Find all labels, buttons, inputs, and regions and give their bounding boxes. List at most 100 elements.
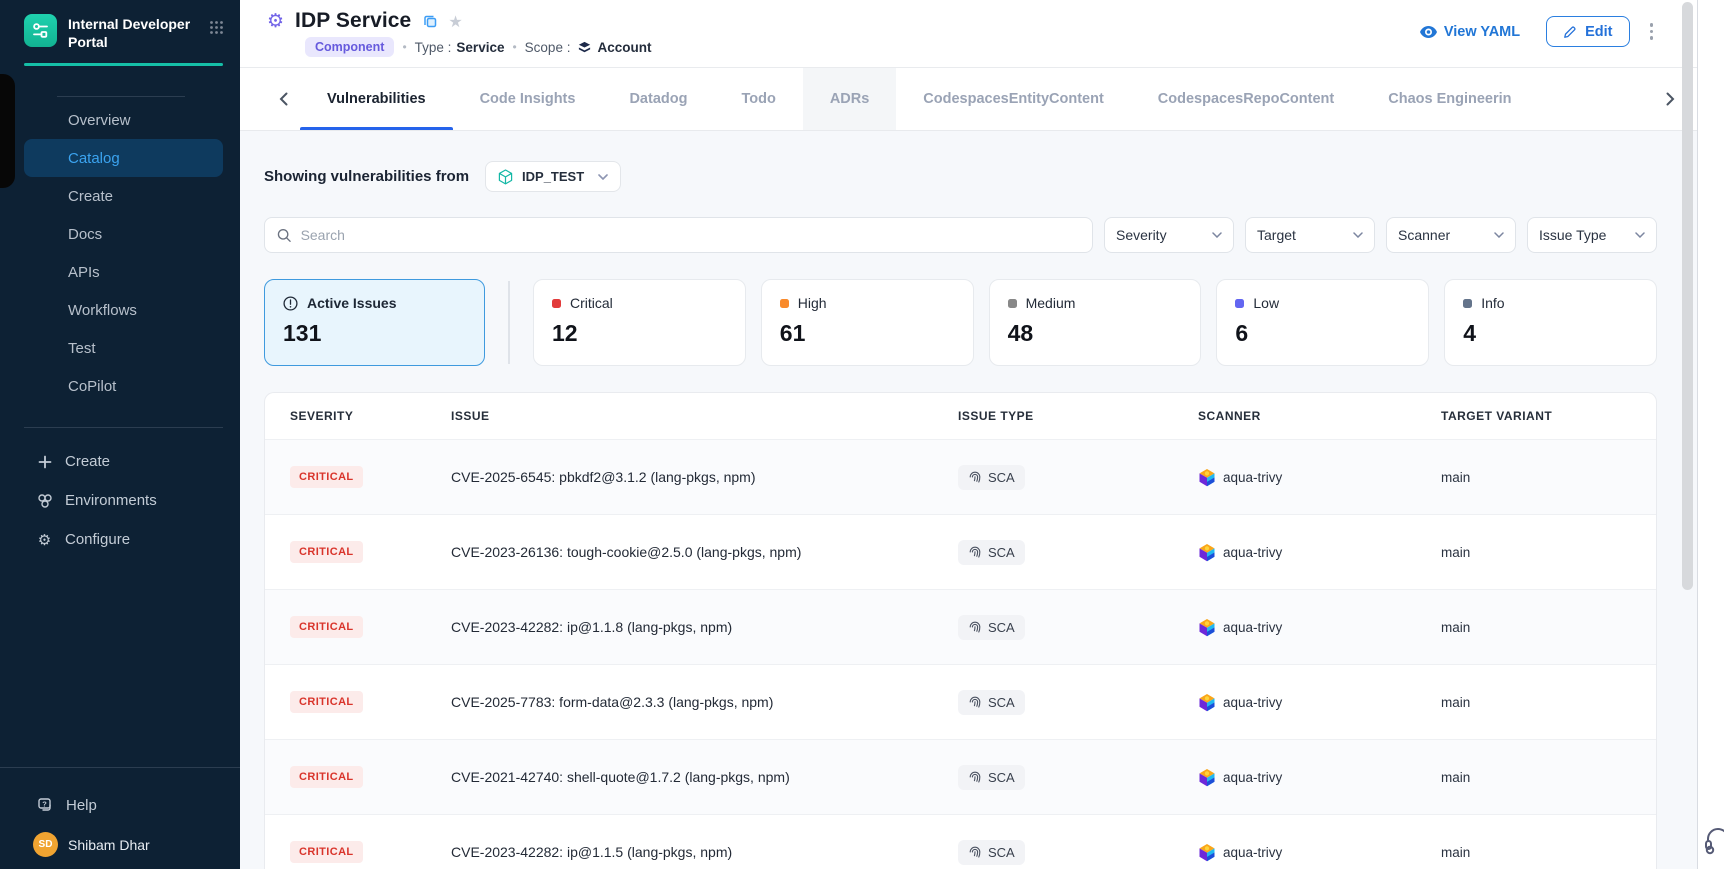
target-variant-cell: main	[1441, 695, 1656, 710]
table-row[interactable]: CRITICAL CVE-2025-6545: pbkdf2@3.1.2 (la…	[265, 439, 1656, 514]
scanner-cell: aqua-trivy	[1198, 543, 1441, 562]
tab-label: CodespacesRepoContent	[1158, 91, 1334, 107]
sidebar-action-label: Environments	[65, 492, 157, 509]
tabs-scroll-left-icon[interactable]	[272, 88, 294, 110]
sidebar-nav-item[interactable]: Catalog	[24, 139, 223, 177]
tabs-bar: Vulnerabilities Code Insights Datadog To…	[240, 68, 1697, 131]
help-button[interactable]: ? Help	[0, 786, 240, 824]
scope-layers-icon	[577, 40, 592, 55]
severity-card[interactable]: High 61	[761, 279, 974, 366]
table-column-header: SCANNER	[1198, 409, 1441, 423]
sidebar-nav-item[interactable]: Docs	[24, 215, 223, 253]
tab[interactable]: Code Insights	[453, 68, 603, 130]
sidebar-nav-item-label: Overview	[68, 112, 131, 129]
scanner-name: aqua-trivy	[1223, 770, 1282, 785]
sidebar-nav-item[interactable]: CoPilot	[24, 367, 223, 405]
table-row[interactable]: CRITICAL CVE-2023-26136: tough-cookie@2.…	[265, 514, 1656, 589]
table-row[interactable]: CRITICAL CVE-2023-42282: ip@1.1.5 (lang-…	[265, 814, 1656, 869]
severity-dot	[1008, 299, 1017, 308]
sidebar-nav-item[interactable]: Workflows	[24, 291, 223, 329]
source-dropdown[interactable]: IDP_TEST	[485, 161, 621, 192]
brand-rule	[24, 63, 223, 66]
trivy-icon	[1198, 618, 1216, 637]
sidebar-environments-button[interactable]: Environments	[0, 481, 240, 520]
severity-card[interactable]: Critical 12	[533, 279, 746, 366]
issue-type-label: SCA	[988, 620, 1015, 635]
app-grid-icon[interactable]	[209, 20, 224, 40]
environments-icon	[36, 493, 53, 509]
cards-divider	[508, 281, 510, 364]
fingerprint-icon	[968, 845, 982, 859]
filter-dropdown[interactable]: Scanner	[1386, 217, 1516, 253]
user-profile[interactable]: SD Shibam Dhar	[0, 824, 240, 869]
sidebar-nav-item[interactable]: Overview	[24, 101, 223, 139]
active-issues-label: Active Issues	[307, 295, 397, 311]
sidebar-nav-item[interactable]: Test	[24, 329, 223, 367]
main-area: ⚙ IDP Service ★ Component • Type : Servi…	[240, 0, 1697, 869]
fingerprint-icon	[968, 770, 982, 784]
sidebar-nav-item[interactable]: Create	[24, 177, 223, 215]
sidebar: Internal Developer Portal Overview Catal…	[0, 0, 240, 869]
severity-badge: CRITICAL	[290, 541, 363, 563]
issue-type-chip: SCA	[958, 615, 1025, 640]
scope-label: Scope :	[525, 40, 571, 55]
vulnerabilities-panel: Showing vulnerabilities from IDP_TEST	[240, 131, 1697, 869]
copy-icon[interactable]	[423, 14, 438, 29]
severity-card-count: 4	[1463, 320, 1638, 347]
filter-dropdown[interactable]: Target	[1245, 217, 1375, 253]
trivy-icon	[1198, 843, 1216, 862]
scanner-name: aqua-trivy	[1223, 620, 1282, 635]
fingerprint-icon	[968, 470, 982, 484]
tab[interactable]: ADRs	[803, 68, 896, 130]
scanner-cell: aqua-trivy	[1198, 693, 1441, 712]
severity-card[interactable]: Info 4	[1444, 279, 1657, 366]
support-headset-icon[interactable]	[1703, 826, 1724, 861]
favorite-star-icon[interactable]: ★	[448, 12, 462, 31]
table-row[interactable]: CRITICAL CVE-2023-42282: ip@1.1.8 (lang-…	[265, 589, 1656, 664]
tab-label: Code Insights	[480, 91, 576, 107]
sidebar-divider	[0, 767, 240, 768]
severity-card-label: Info	[1481, 295, 1504, 311]
edit-button[interactable]: Edit	[1546, 16, 1629, 47]
issue-cell: CVE-2023-42282: ip@1.1.5 (lang-pkgs, npm…	[451, 844, 958, 860]
tab[interactable]: Datadog	[602, 68, 714, 130]
scanner-cell: aqua-trivy	[1198, 843, 1441, 862]
issue-cell: CVE-2025-7783: form-data@2.3.3 (lang-pkg…	[451, 694, 958, 710]
severity-dot	[780, 299, 789, 308]
severity-card[interactable]: Low 6	[1216, 279, 1429, 366]
table-row[interactable]: CRITICAL CVE-2025-7783: form-data@2.3.3 …	[265, 664, 1656, 739]
tabs-scroll-right-icon[interactable]	[1659, 88, 1681, 110]
sidebar-action-label: Create	[65, 453, 110, 470]
tab[interactable]: Todo	[714, 68, 802, 130]
tab[interactable]: Vulnerabilities	[300, 68, 453, 130]
sidebar-configure-button[interactable]: ⚙ Configure	[0, 520, 240, 559]
chevron-down-icon	[1494, 232, 1504, 238]
severity-card[interactable]: Medium 48	[989, 279, 1202, 366]
filter-dropdown[interactable]: Severity	[1104, 217, 1234, 253]
chevron-down-icon	[1353, 232, 1363, 238]
sidebar-nav-item[interactable]: APIs	[24, 253, 223, 291]
more-options-kebab-icon[interactable]	[1646, 19, 1658, 44]
search-input[interactable]	[301, 227, 1080, 243]
sidebar-create-button[interactable]: Create	[0, 442, 240, 481]
trivy-icon	[1198, 693, 1216, 712]
view-yaml-link[interactable]: View YAML	[1420, 24, 1520, 40]
chevron-down-icon	[598, 174, 608, 180]
portal-title: Internal Developer Portal	[68, 14, 209, 51]
severity-card-count: 61	[780, 320, 955, 347]
scanner-cell: aqua-trivy	[1198, 468, 1441, 487]
vertical-scrollbar-thumb[interactable]	[1682, 2, 1693, 590]
sidebar-nav-item-label: Create	[68, 188, 113, 205]
table-row[interactable]: CRITICAL CVE-2021-42740: shell-quote@1.7…	[265, 739, 1656, 814]
table-column-header: TARGET VARIANT	[1441, 409, 1656, 423]
filter-dropdown[interactable]: Issue Type	[1527, 217, 1657, 253]
portal-logo-icon	[24, 14, 57, 47]
tab[interactable]: Chaos Engineerin	[1361, 68, 1519, 130]
tab[interactable]: CodespacesRepoContent	[1131, 68, 1361, 130]
active-issues-card[interactable]: Active Issues 131	[264, 279, 485, 366]
view-yaml-label: View YAML	[1444, 24, 1520, 40]
user-name: Shibam Dhar	[68, 837, 150, 853]
tab[interactable]: CodespacesEntityContent	[896, 68, 1130, 130]
severity-badge: CRITICAL	[290, 616, 363, 638]
edit-button-label: Edit	[1585, 24, 1612, 40]
